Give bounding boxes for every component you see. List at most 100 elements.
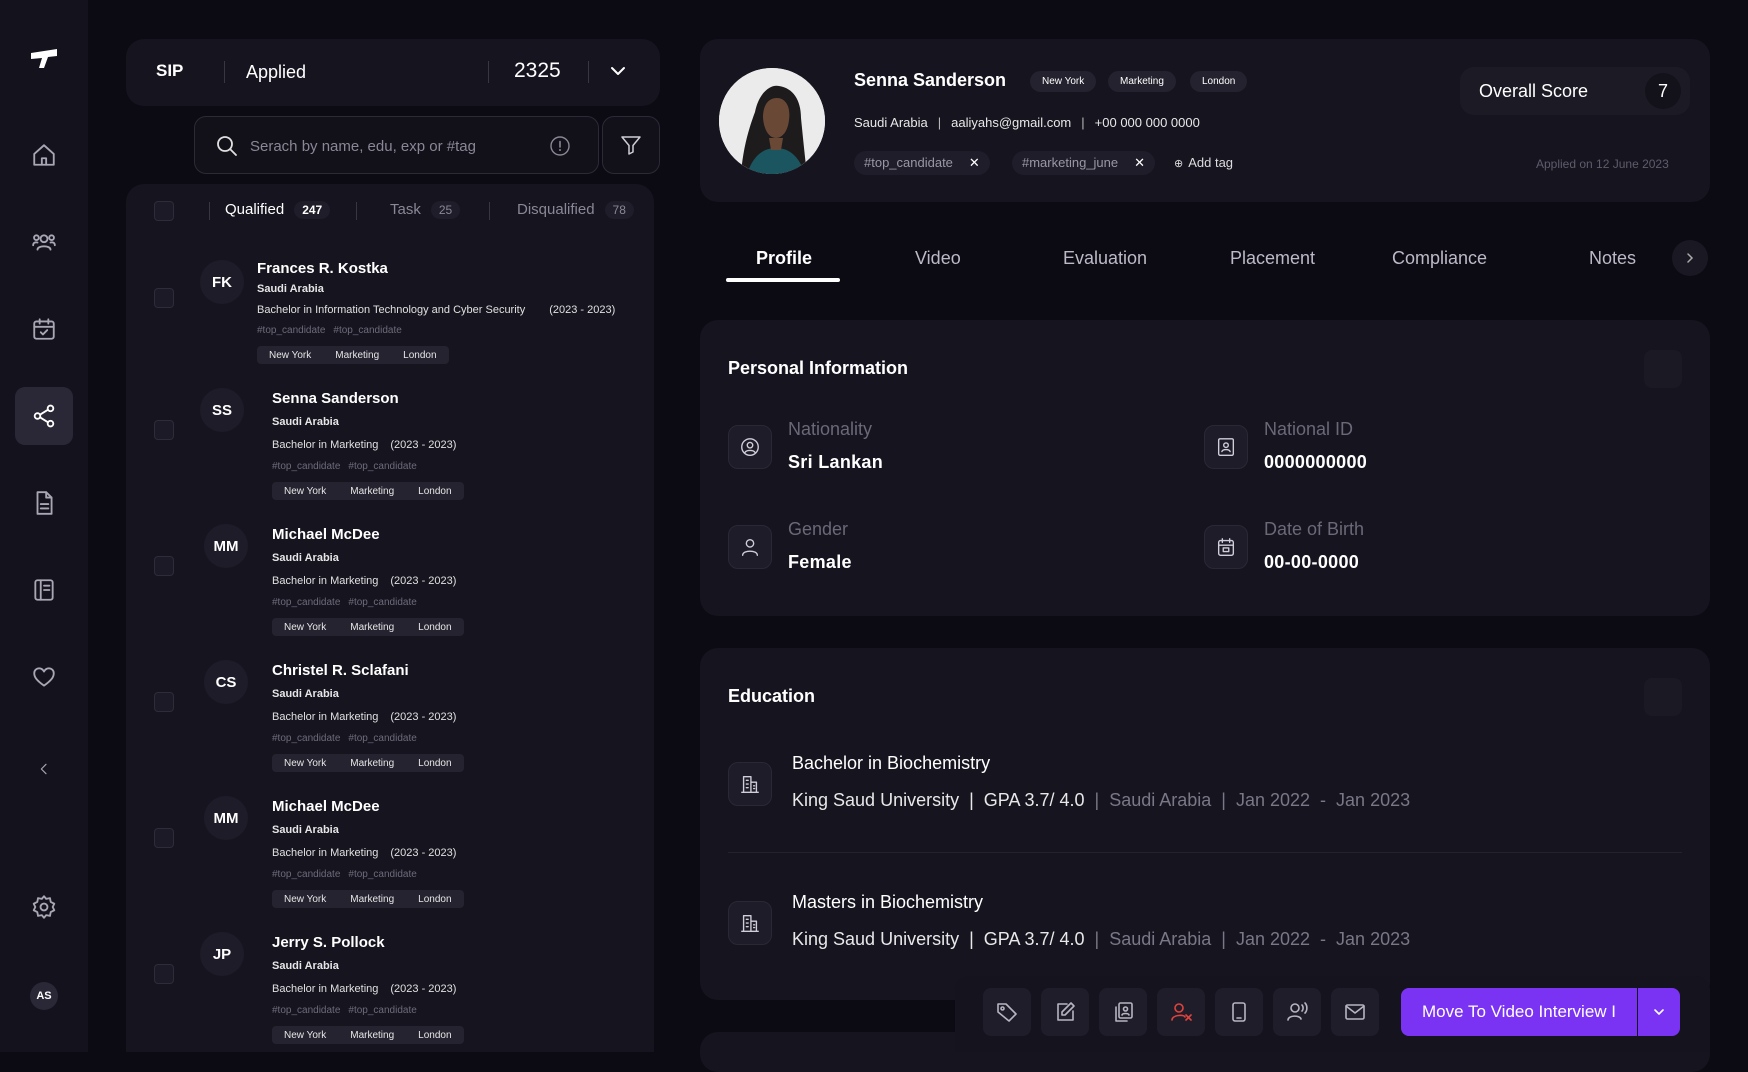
education-details: King Saud University | GPA 3.7/ 4.0 | Saudi …	[792, 929, 1410, 950]
stage-selector[interactable]: SIP Applied 2325	[126, 39, 660, 106]
candidate-list-item[interactable]: MM Michael McDee Saudi Arabia Bachelor i…	[126, 516, 654, 650]
move-options-dropdown[interactable]	[1638, 988, 1680, 1036]
degree-name: Bachelor in Information Technology and C…	[257, 304, 526, 316]
overall-score: Overall Score 7	[1460, 67, 1690, 115]
tablet-icon	[1232, 1002, 1246, 1022]
candidate-checkbox[interactable]	[154, 828, 174, 848]
section-edit-button[interactable]	[1644, 350, 1682, 388]
schedule-nav[interactable]	[15, 300, 73, 358]
favorites-nav[interactable]	[15, 648, 73, 706]
active-tab-indicator	[726, 278, 840, 282]
tab-disqualified[interactable]: Disqualified 78	[517, 201, 634, 219]
tab-evaluation[interactable]: Evaluation	[1063, 248, 1147, 269]
share-nav[interactable]	[15, 387, 73, 445]
gpa: GPA 3.7/ 4.0	[983, 790, 1085, 810]
candidate-degree: Bachelor in Marketing (2023 - 2023)	[272, 983, 456, 995]
tab-placement[interactable]: Placement	[1230, 248, 1315, 269]
tab-qualified[interactable]: Qualified 247	[225, 201, 331, 219]
tag-icon	[997, 1003, 1017, 1022]
users-icon	[32, 234, 56, 251]
profile-phone[interactable]: +00 000 000 0000	[1095, 115, 1200, 130]
add-tag-button[interactable]: ⊕ Add tag	[1174, 155, 1233, 170]
candidate-checkbox[interactable]	[154, 288, 174, 308]
remove-tag-button[interactable]: ✕	[969, 155, 980, 170]
device-button[interactable]	[1215, 988, 1263, 1036]
settings-nav[interactable]	[15, 878, 73, 936]
tag: #top_candidate	[257, 325, 326, 336]
home-nav[interactable]	[15, 126, 73, 184]
candidate-tags: #top_candidate #top_candidate	[257, 325, 410, 336]
candidate-checkbox[interactable]	[154, 692, 174, 712]
filter-button[interactable]	[602, 116, 660, 174]
tabs-next-button[interactable]	[1672, 240, 1708, 276]
candidate-checkbox[interactable]	[154, 964, 174, 984]
education-degree: Masters in Biochemistry	[792, 892, 984, 912]
candidate-list-item[interactable]: MM Michael McDee Saudi Arabia Bachelor i…	[126, 788, 654, 922]
edit-button[interactable]	[1041, 988, 1089, 1036]
candidate-checkbox[interactable]	[154, 556, 174, 576]
candidate-tags: #top_candidate #top_candidate	[272, 461, 425, 472]
candidate-list-item[interactable]: CS Christel R. Sclafani Saudi Arabia Bac…	[126, 652, 654, 786]
tab-notes[interactable]: Notes	[1589, 248, 1636, 269]
separator: -	[1320, 929, 1327, 949]
pill: Marketing	[335, 349, 380, 361]
info-icon[interactable]	[549, 135, 571, 157]
degree-name: Bachelor in Marketing	[272, 847, 379, 859]
voice-call-button[interactable]	[1273, 988, 1321, 1036]
profile-email[interactable]: aaliyahs@gmail.com	[951, 115, 1071, 130]
section-edit-button[interactable]	[1644, 678, 1682, 716]
reports-nav[interactable]	[15, 561, 73, 619]
voice-icon	[1287, 1002, 1308, 1021]
tag-button[interactable]	[983, 988, 1031, 1036]
app-logo[interactable]	[30, 48, 58, 70]
remove-tag-button[interactable]: ✕	[1134, 155, 1145, 170]
candidate-list-item[interactable]: JP Jerry S. Pollock Saudi Arabia Bachelo…	[126, 924, 654, 1052]
documents-nav[interactable]	[15, 474, 73, 532]
email-button[interactable]	[1331, 988, 1379, 1036]
candidate-list-item[interactable]: SS Senna Sanderson Saudi Arabia Bachelor…	[126, 380, 654, 514]
pill: New York	[269, 349, 312, 361]
search-input[interactable]	[250, 133, 540, 159]
move-to-video-interview-button[interactable]: Move To Video Interview I	[1401, 988, 1637, 1036]
score-value: 7	[1645, 73, 1681, 109]
candidate-pills: New York Marketing London	[272, 1026, 464, 1044]
tab-compliance[interactable]: Compliance	[1392, 248, 1487, 269]
candidate-pills: New York Marketing London	[257, 346, 449, 364]
disqualify-button[interactable]	[1157, 988, 1205, 1036]
user-circle-icon	[741, 438, 759, 456]
tab-task[interactable]: Task 25	[390, 201, 461, 219]
candidate-country: Saudi Arabia	[272, 960, 339, 972]
university: King Saud University	[792, 929, 960, 949]
candidate-checkbox[interactable]	[154, 420, 174, 440]
stage-dropdown-toggle[interactable]	[610, 63, 626, 79]
pill: London	[418, 485, 452, 497]
education-icon-box	[728, 762, 772, 806]
collapse-sidebar-button[interactable]	[15, 740, 73, 798]
tag-label: #marketing_june	[1022, 155, 1119, 170]
document-icon	[36, 491, 53, 515]
section-title: Education	[728, 686, 816, 706]
candidate-pills: New York Marketing London	[272, 890, 464, 908]
select-all-checkbox[interactable]	[154, 201, 174, 221]
divider	[488, 61, 489, 83]
tag: #top_candidate	[348, 597, 417, 608]
copy-profile-button[interactable]	[1099, 988, 1147, 1036]
candidates-nav[interactable]	[15, 213, 73, 271]
chevron-down-icon	[611, 67, 625, 75]
tab-count: 247	[294, 201, 331, 219]
user-avatar[interactable]: AS	[30, 982, 58, 1010]
candidate-list-item[interactable]: FK Frances R. Kostka Saudi Arabia Bachel…	[126, 250, 654, 384]
divider	[728, 852, 1682, 853]
candidate-tags: #top_candidate #top_candidate	[272, 733, 425, 744]
tab-video[interactable]: Video	[915, 248, 961, 269]
national-id-label: National ID	[1264, 419, 1354, 439]
candidate-avatar: JP	[200, 932, 244, 976]
separator: -	[1320, 790, 1327, 810]
separator: |	[1094, 929, 1100, 949]
tab-profile[interactable]: Profile	[756, 248, 812, 269]
person-icon	[741, 538, 759, 556]
copy-icon	[1115, 1002, 1133, 1022]
tab-label: Disqualified	[517, 201, 595, 218]
candidate-pills: New York Marketing London	[272, 482, 464, 500]
start-date: Jan 2022	[1235, 790, 1311, 810]
